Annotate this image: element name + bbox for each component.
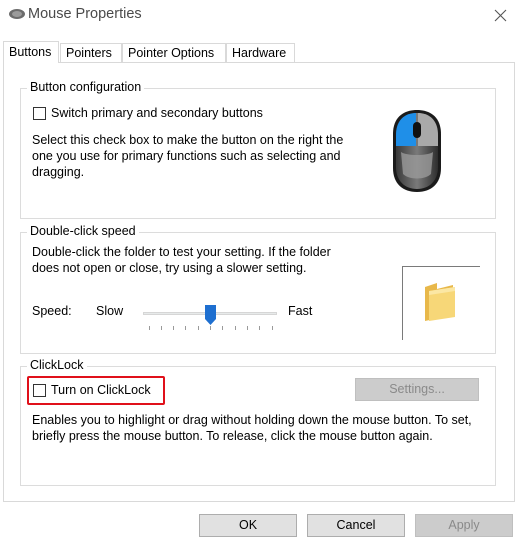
slider-tick bbox=[259, 326, 261, 330]
slider-tick bbox=[246, 326, 248, 330]
tab-buttons[interactable]: Buttons bbox=[3, 41, 59, 63]
slider-tick bbox=[234, 326, 236, 330]
double-click-speed-legend: Double-click speed bbox=[27, 224, 139, 238]
close-icon bbox=[494, 9, 507, 21]
apply-button[interactable]: Apply bbox=[415, 514, 513, 537]
slider-tick bbox=[185, 326, 187, 330]
clicklock-label[interactable]: Turn on ClickLock bbox=[51, 383, 151, 397]
test-folder-area[interactable] bbox=[402, 266, 480, 340]
mouse-icon bbox=[9, 9, 25, 19]
switch-buttons-label[interactable]: Switch primary and secondary buttons bbox=[51, 106, 263, 120]
slider-tick bbox=[160, 326, 162, 330]
clicklock-settings-button[interactable]: Settings... bbox=[355, 378, 479, 401]
double-click-description: Double-click the folder to test your set… bbox=[32, 245, 331, 275]
tab-pointers[interactable]: Pointers bbox=[60, 43, 122, 62]
folder-icon[interactable] bbox=[421, 281, 461, 323]
button-configuration-description: Select this check box to make the button… bbox=[32, 133, 344, 179]
slider-tick bbox=[271, 326, 273, 330]
slider-thumb[interactable] bbox=[204, 305, 216, 325]
ok-button[interactable]: OK bbox=[199, 514, 297, 537]
fast-label: Fast bbox=[288, 304, 313, 318]
mouse-icon bbox=[393, 110, 441, 192]
switch-buttons-checkbox[interactable] bbox=[33, 107, 46, 120]
clicklock-legend: ClickLock bbox=[27, 358, 87, 372]
tab-hardware[interactable]: Hardware bbox=[226, 43, 295, 62]
tab-pointer-options[interactable]: Pointer Options bbox=[122, 43, 226, 62]
close-button[interactable] bbox=[482, 0, 519, 30]
speed-label: Speed: bbox=[32, 304, 72, 318]
slow-label: Slow bbox=[96, 304, 124, 318]
button-configuration-legend: Button configuration bbox=[27, 80, 145, 94]
slider-tick bbox=[197, 326, 199, 330]
double-click-speed-slider[interactable] bbox=[143, 302, 277, 336]
slider-tick bbox=[210, 326, 211, 330]
slider-tick bbox=[148, 326, 150, 330]
window-title: Mouse Properties bbox=[28, 6, 142, 22]
clicklock-checkbox[interactable] bbox=[33, 384, 46, 397]
cancel-button[interactable]: Cancel bbox=[307, 514, 405, 537]
slider-tick bbox=[222, 326, 224, 330]
title-bar: Mouse Properties bbox=[0, 0, 519, 30]
clicklock-description: Enables you to highlight or drag without… bbox=[32, 413, 472, 443]
slider-tick bbox=[173, 326, 175, 330]
